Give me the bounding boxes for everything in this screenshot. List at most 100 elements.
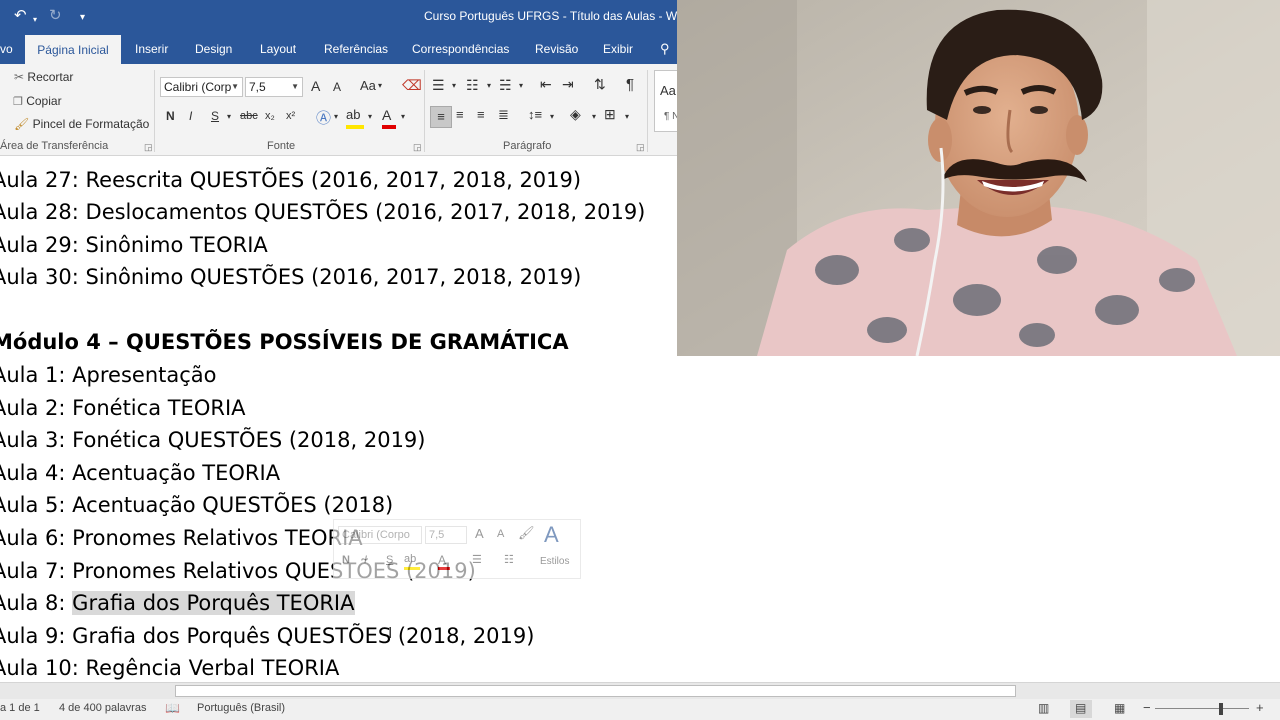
format-painter-button[interactable]: 🖌 Pincel de Formatação	[14, 117, 149, 131]
copy-button[interactable]: ❐ Copiar	[13, 94, 62, 108]
underline-button[interactable]: S	[211, 109, 219, 123]
mini-highlight-icon[interactable]: ab	[404, 553, 420, 570]
format-painter-label: Pincel de Formatação	[32, 117, 150, 131]
lightbulb-icon[interactable]: ⚲	[660, 34, 670, 64]
styles-icon[interactable]: A	[544, 522, 559, 548]
zoom-in-button[interactable]: +	[1256, 700, 1264, 715]
font-name-dropdown[interactable]: Calibri (Corp ▼	[160, 77, 243, 97]
grow-font-icon[interactable]: A	[475, 526, 484, 541]
grow-font-button[interactable]: A	[311, 78, 320, 94]
read-mode-icon[interactable]: ▥	[1038, 701, 1049, 715]
decrease-indent-icon[interactable]: ⇤	[540, 76, 552, 93]
strikethrough-button[interactable]: abc	[240, 110, 258, 122]
chevron-down-icon[interactable]: ▾	[227, 112, 231, 121]
redo-icon[interactable]: ↻	[49, 8, 62, 24]
copy-icon: ❐	[13, 96, 23, 108]
font-color-icon[interactable]: A	[382, 107, 396, 129]
doc-line: Aula 1: Apresentação	[0, 363, 217, 387]
chevron-down-icon[interactable]: ▾	[519, 81, 523, 90]
clear-formatting-icon[interactable]: ⌫	[402, 77, 422, 94]
text-effects-icon[interactable]: Ⓐ	[316, 107, 331, 128]
bullets-icon[interactable]: ☰	[432, 77, 445, 94]
mini-font-name-dropdown[interactable]: Calibri (Corpo	[338, 526, 422, 544]
print-layout-button[interactable]: ▤	[1070, 700, 1092, 718]
font-color-bar	[382, 125, 396, 129]
mini-font-name-value: Calibri (Corpo	[342, 529, 410, 541]
mini-font-color-bar	[438, 567, 450, 570]
font-launcher-icon[interactable]: ◲	[413, 142, 422, 153]
scissors-icon: ✂	[14, 70, 25, 84]
tab-file[interactable]: vo	[0, 34, 18, 64]
cut-button[interactable]: ✂ Recortar	[14, 70, 73, 84]
pilcrow-icon[interactable]: ¶	[626, 76, 634, 93]
proofing-icon[interactable]: 📖	[165, 701, 180, 715]
line-prefix: Aula 8:	[0, 591, 73, 615]
mini-bullets-icon[interactable]: ☰	[472, 553, 482, 566]
chevron-down-icon[interactable]: ▾	[487, 81, 491, 90]
format-painter-icon[interactable]: 🖌	[518, 525, 535, 541]
zoom-slider-handle[interactable]	[1219, 703, 1223, 715]
mini-font-color-icon[interactable]: A	[438, 553, 450, 570]
multilevel-list-icon[interactable]: ☵	[499, 77, 512, 94]
selected-text[interactable]: Grafia dos Porquês TEORIA	[72, 591, 355, 615]
shrink-font-icon[interactable]: A	[497, 528, 504, 540]
mini-underline-icon[interactable]: S	[386, 554, 393, 566]
borders-icon[interactable]: ⊞	[604, 106, 616, 123]
chevron-down-icon[interactable]: ▾	[625, 112, 629, 121]
tab-mailings[interactable]: Correspondências	[412, 34, 509, 64]
undo-icon[interactable]: ↶	[14, 8, 27, 24]
italic-button[interactable]: I	[189, 109, 192, 123]
chevron-down-icon[interactable]: ▾	[334, 112, 338, 121]
tab-layout[interactable]: Layout	[260, 34, 296, 64]
line-spacing-icon[interactable]: ↕≡	[528, 107, 542, 122]
tab-home[interactable]: Página Inicial	[25, 35, 121, 64]
subscript-button[interactable]: x₂	[265, 110, 275, 122]
tab-references[interactable]: Referências	[324, 34, 388, 64]
numbering-icon[interactable]: ☷	[466, 77, 479, 94]
separator	[424, 70, 425, 152]
shrink-font-button[interactable]: A	[333, 80, 341, 94]
chevron-down-icon[interactable]: ▾	[378, 81, 382, 90]
shading-icon[interactable]: ◈	[570, 106, 581, 123]
align-left-icon[interactable]: ≡	[430, 106, 452, 128]
language-indicator[interactable]: Português (Brasil)	[197, 702, 285, 714]
bold-button[interactable]: N	[166, 109, 175, 123]
mini-font-size-dropdown[interactable]: 7,5	[425, 526, 467, 544]
doc-line-selected: Aula 8: Grafia dos Porquês TEORIA	[0, 589, 355, 617]
chevron-down-icon[interactable]: ▾	[550, 112, 554, 121]
tab-view[interactable]: Exibir	[603, 34, 633, 64]
align-center-icon[interactable]: ≡	[456, 107, 464, 122]
justify-icon[interactable]: ≣	[498, 107, 509, 123]
tab-review[interactable]: Revisão	[535, 34, 578, 64]
superscript-button[interactable]: x²	[286, 110, 295, 122]
highlight-icon[interactable]: ab	[346, 107, 364, 129]
styles-gallery[interactable]: Aa ¶ N	[654, 70, 677, 132]
change-case-button[interactable]: Aa	[360, 78, 376, 93]
mini-numbering-icon[interactable]: ☷	[504, 553, 514, 566]
word-count[interactable]: 4 de 400 palavras	[59, 702, 146, 714]
align-right-icon[interactable]: ≡	[477, 107, 485, 122]
increase-indent-icon[interactable]: ⇥	[562, 76, 574, 93]
chevron-down-icon[interactable]: ▾	[452, 81, 456, 90]
chevron-down-icon[interactable]: ▾	[592, 112, 596, 121]
tab-design[interactable]: Design	[195, 34, 232, 64]
mini-bold-icon[interactable]: N	[342, 554, 350, 566]
sort-icon[interactable]: ⇅	[594, 76, 606, 93]
scrollbar-thumb[interactable]	[175, 685, 1016, 697]
zoom-out-button[interactable]: −	[1143, 700, 1151, 715]
chevron-down-icon[interactable]: ▾	[368, 112, 372, 121]
horizontal-scrollbar[interactable]	[0, 682, 1280, 699]
word-window: ↶ ▾ ↻ ▾ Curso Português UFRGS - Título d…	[0, 0, 1280, 720]
web-layout-icon[interactable]: ▦	[1114, 701, 1125, 715]
customize-quick-access-icon[interactable]: ▾	[80, 10, 85, 26]
mini-italic-icon[interactable]: I	[364, 554, 367, 566]
clipboard-launcher-icon[interactable]: ◲	[144, 142, 153, 153]
page-count[interactable]: a 1 de 1	[0, 702, 40, 714]
paragraph-launcher-icon[interactable]: ◲	[636, 142, 645, 153]
tab-insert[interactable]: Inserir	[135, 34, 168, 64]
zoom-slider[interactable]	[1155, 708, 1249, 709]
font-size-dropdown[interactable]: 7,5 ▼	[245, 77, 303, 97]
undo-dropdown-icon[interactable]: ▾	[33, 12, 37, 28]
chevron-down-icon[interactable]: ▾	[401, 112, 405, 121]
brush-icon: 🖌	[14, 117, 30, 131]
